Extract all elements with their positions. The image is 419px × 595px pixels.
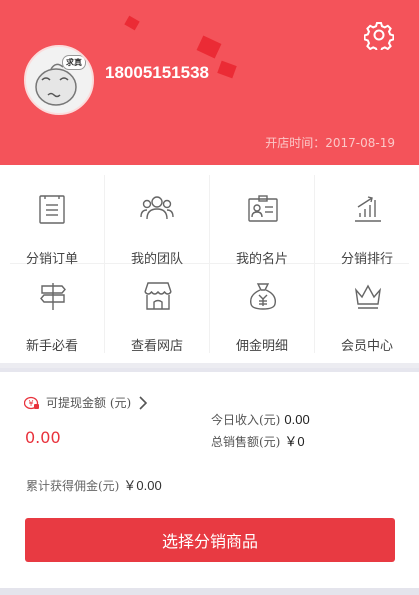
decoration (124, 15, 140, 31)
team-icon (140, 196, 174, 220)
select-products-button[interactable]: 选择分销商品 (25, 518, 395, 562)
total-sales: 总销售额(元) ￥0 (211, 431, 305, 450)
today-income-label: 今日收入(元) (211, 413, 281, 427)
settings-gear-icon[interactable] (363, 20, 395, 53)
total-commission: 累计获得佣金(元) ￥0.00 (26, 475, 162, 494)
finance-panel: ¥ 可提现金额 (元) 0.00 今日收入(元) 0.00 总销售额(元) ￥0 累… (0, 372, 419, 588)
profile-header: 求真 18005151538 开店时间：2017-08-19 (0, 0, 419, 165)
menu-item-store[interactable]: 查看网店 (105, 264, 209, 354)
today-income-value: 0.00 (284, 412, 310, 427)
signpost-icon (40, 283, 66, 310)
menu-item-ranking[interactable]: 分销排行 (315, 177, 419, 267)
withdrawable-label: 可提现金额 (元) (46, 396, 132, 410)
decoration (217, 60, 237, 79)
menu-item-commission[interactable]: 佣金明细 (210, 264, 314, 354)
chevron-right-icon (139, 395, 148, 410)
menu-label: 会员中心 (340, 339, 393, 354)
menu-item-member[interactable]: 会员中心 (315, 264, 419, 354)
business-card-icon (248, 195, 278, 222)
money-bag-icon (250, 283, 276, 310)
menu-grid: 分销订单 我的团队 我的名片 分销排行 新手必看 查看网店 佣金明细 会员中心 (0, 165, 419, 363)
order-list-icon (39, 195, 65, 224)
today-income: 今日收入(元) 0.00 (211, 411, 310, 428)
total-sales-value: ￥0 (284, 434, 305, 449)
menu-item-team[interactable]: 我的团队 (105, 177, 209, 267)
commission-label: 累计获得佣金(元) (26, 479, 120, 493)
svg-text:¥: ¥ (28, 399, 33, 408)
withdrawable-link[interactable]: ¥ 可提现金额 (元) (24, 394, 149, 411)
decoration (196, 35, 222, 59)
avatar[interactable]: 求真 (24, 45, 94, 115)
menu-label: 佣金明细 (235, 339, 288, 354)
total-sales-label: 总销售额(元) (211, 435, 281, 449)
menu-item-orders[interactable]: 分销订单 (0, 177, 104, 267)
menu-item-card[interactable]: 我的名片 (210, 177, 314, 267)
commission-value: ￥0.00 (123, 478, 162, 493)
ranking-chart-icon (355, 196, 381, 222)
menu-label: 查看网店 (130, 339, 183, 354)
menu-item-guide[interactable]: 新手必看 (0, 264, 104, 354)
menu-label: 新手必看 (25, 339, 78, 354)
coin-wallet-icon: ¥ (24, 396, 39, 409)
crown-icon (354, 284, 382, 309)
avatar-badge: 求真 (62, 55, 86, 70)
storefront-icon (144, 282, 172, 310)
open-date: 开店时间：2017-08-19 (265, 136, 395, 150)
user-phone: 18005151538 (105, 63, 210, 82)
withdrawable-amount: 0.00 (25, 428, 61, 447)
bottom-bar (0, 588, 419, 595)
